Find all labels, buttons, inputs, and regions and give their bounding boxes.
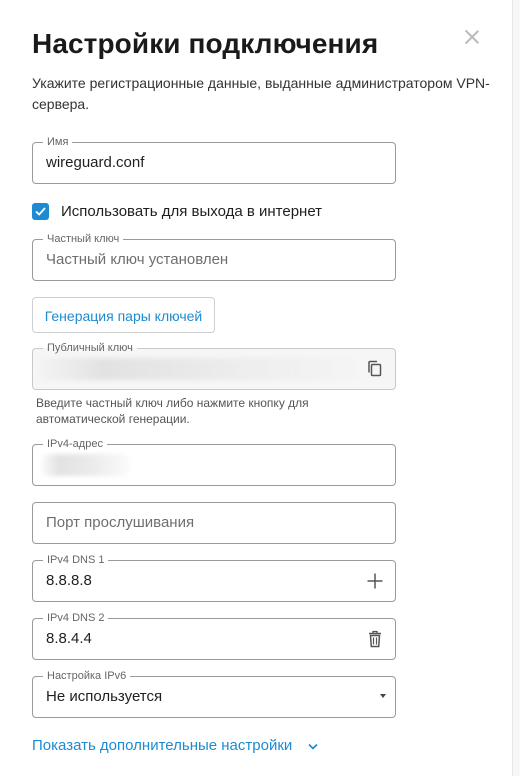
private-key-field[interactable]: Частный ключ Частный ключ установлен — [32, 232, 396, 281]
listen-port-field[interactable]: Порт прослушивания — [32, 502, 396, 544]
ipv4-address-value-blurred — [41, 454, 131, 476]
page-title: Настройки подключения — [32, 28, 379, 59]
close-icon[interactable] — [462, 27, 482, 47]
check-icon — [35, 207, 46, 216]
ipv4-address-label: IPv4-адрес — [43, 437, 107, 451]
background-page-edge — [512, 0, 520, 776]
dns2-field[interactable]: IPv4 DNS 2 8.8.4.4 — [32, 611, 396, 660]
ipv6-label: Настройка IPv6 — [43, 669, 131, 683]
listen-port-placeholder: Порт прослушивания — [46, 514, 195, 531]
internet-checkbox-label[interactable]: Использовать для выхода в интернет — [61, 203, 322, 220]
private-key-placeholder: Частный ключ установлен — [46, 251, 229, 268]
ipv6-select[interactable]: Настройка IPv6 Не используется — [32, 669, 396, 718]
name-field-value: wireguard.conf — [46, 154, 145, 171]
dropdown-arrow-icon — [380, 694, 386, 698]
dns1-value: 8.8.8.8 — [46, 572, 92, 589]
page-subtitle: Укажите регистрационные данные, выданные… — [32, 75, 490, 112]
plus-icon[interactable] — [365, 571, 385, 591]
public-key-hint: Введите частный ключ либо нажмите кнопку… — [36, 396, 309, 426]
name-field-label: Имя — [43, 135, 73, 149]
public-key-value-blurred — [39, 358, 357, 380]
public-key-field: Публичный ключ — [32, 341, 396, 390]
dns1-label: IPv4 DNS 1 — [43, 553, 109, 567]
show-more-settings-label: Показать дополнительные настройки — [32, 737, 293, 754]
public-key-label: Публичный ключ — [43, 341, 137, 355]
chevron-down-icon — [308, 743, 319, 750]
trash-icon[interactable] — [365, 629, 385, 649]
name-field[interactable]: Имя wireguard.conf — [32, 135, 396, 184]
ipv4-address-field[interactable]: IPv4-адрес — [32, 437, 396, 486]
internet-checkbox[interactable] — [32, 203, 49, 220]
dns2-value: 8.8.4.4 — [46, 630, 92, 647]
dns1-field[interactable]: IPv4 DNS 1 8.8.8.8 — [32, 553, 396, 602]
private-key-label: Частный ключ — [43, 232, 124, 246]
ipv6-value: Не используется — [46, 688, 163, 705]
generate-keypair-button[interactable]: Генерация пары ключей — [32, 297, 215, 333]
show-more-settings-link[interactable]: Показать дополнительные настройки — [32, 737, 319, 754]
dns2-label: IPv4 DNS 2 — [43, 611, 109, 625]
copy-icon[interactable] — [365, 359, 385, 379]
connection-settings-panel: Настройки подключения Укажите регистраци… — [0, 0, 512, 776]
